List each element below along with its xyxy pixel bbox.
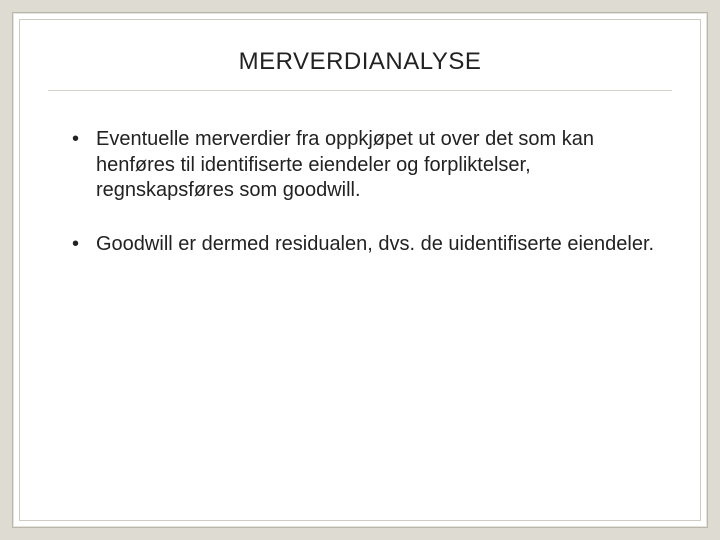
bullet-list: Eventuelle merverdier fra oppkjøpet ut o…: [48, 127, 672, 285]
slide-inner-frame: MERVERDIANALYSE Eventuelle merverdier fr…: [19, 19, 701, 521]
bullet-item: Eventuelle merverdier fra oppkjøpet ut o…: [96, 127, 672, 204]
slide-title: MERVERDIANALYSE: [48, 48, 672, 76]
slide-outer-frame: MERVERDIANALYSE Eventuelle merverdier fr…: [12, 12, 708, 528]
title-block: MERVERDIANALYSE: [48, 20, 672, 91]
bullet-item: Goodwill er dermed residualen, dvs. de u…: [96, 232, 672, 258]
